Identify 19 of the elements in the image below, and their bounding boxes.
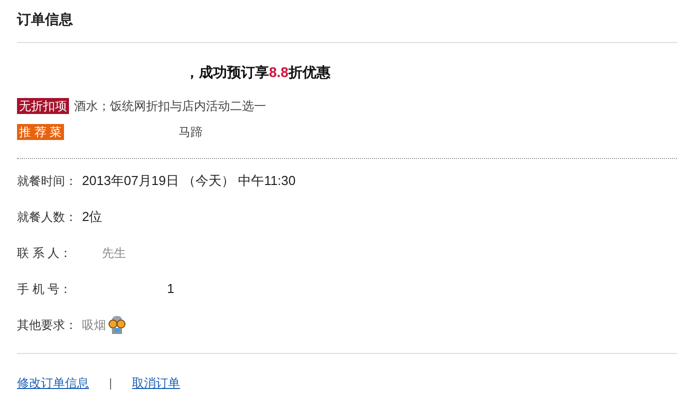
cancel-order-link[interactable]: 取消订单 <box>132 374 180 392</box>
field-label: 联 系 人： <box>17 245 73 262</box>
field-value: 吸烟 <box>82 317 106 334</box>
section-title: 订单信息 <box>17 0 677 43</box>
field-value: 2位 <box>82 208 102 226</box>
separator: | <box>109 375 112 392</box>
field-label: 就餐人数： <box>17 209 78 226</box>
field-value: 2013年07月19日 （今天） 中午11:30 <box>82 172 296 190</box>
field-value: 1 <box>167 280 174 298</box>
field-label: 其他要求： <box>17 317 78 334</box>
tag-badge: 无折扣项 <box>17 98 69 114</box>
tag-text: 马蹄 <box>178 124 203 141</box>
field-value: 先生 <box>102 245 126 262</box>
field-label: 就餐时间： <box>17 173 78 190</box>
edit-order-link[interactable]: 修改订单信息 <box>17 374 89 392</box>
headline: ，成功预订享8.8折优惠 <box>185 63 330 82</box>
tag-badge: 推 荐 菜 <box>17 124 64 140</box>
field-label: 手 机 号： <box>17 281 73 298</box>
tag-text: 酒水；饭统网折扣与店内活动二选一 <box>74 98 266 115</box>
